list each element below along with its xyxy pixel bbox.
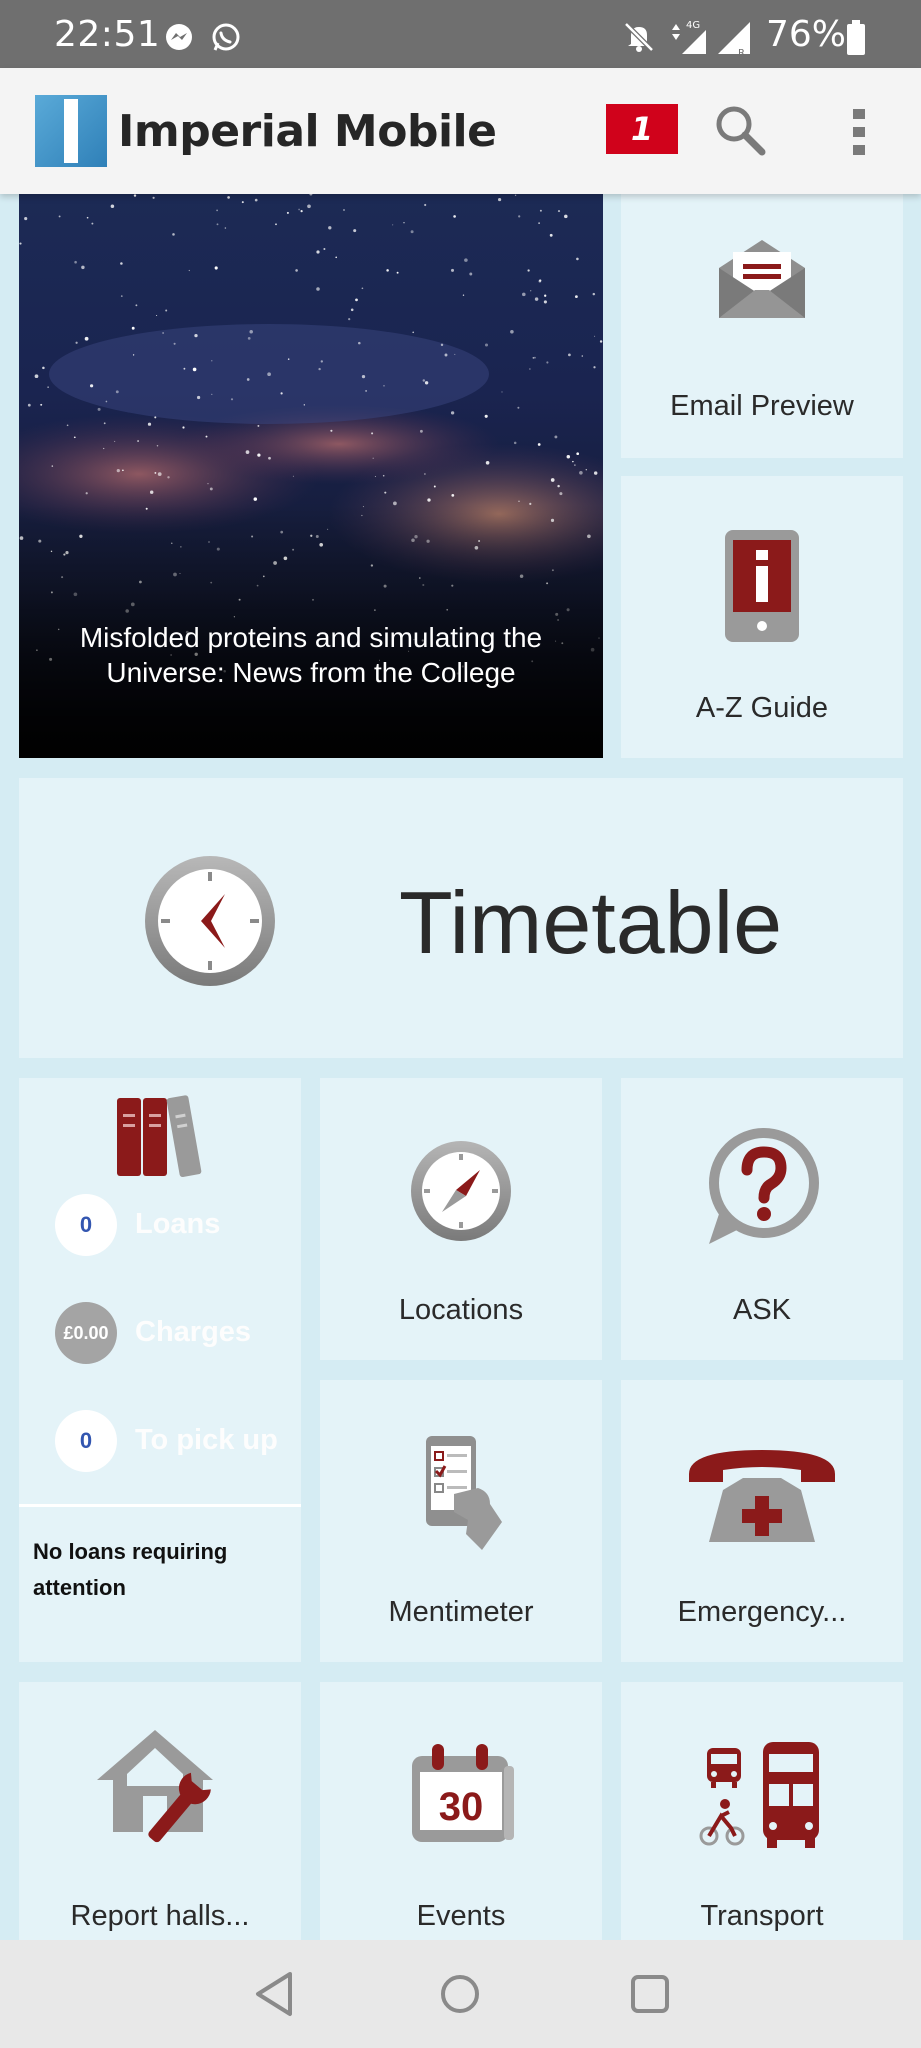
- recents-icon[interactable]: [628, 1972, 672, 2020]
- status-time: 22:51: [54, 14, 161, 55]
- mobile-data-4g-icon: 4G: [668, 18, 708, 60]
- search-icon[interactable]: [714, 104, 768, 162]
- events-tile[interactable]: 30 Events: [320, 1682, 602, 1940]
- whatsapp-icon: [210, 22, 242, 58]
- timetable-label: Timetable: [399, 873, 783, 972]
- mentimeter-label: Mentimeter: [388, 1596, 534, 1628]
- events-date: 30: [439, 1785, 484, 1829]
- calendar-icon: 30: [410, 1742, 518, 1850]
- bell-muted-icon: [622, 20, 656, 58]
- az-guide-tile[interactable]: A-Z Guide: [621, 476, 903, 758]
- notification-badge[interactable]: 1: [606, 104, 678, 154]
- books-icon: [115, 1092, 211, 1182]
- loans-stat[interactable]: 0 Loans: [37, 1194, 307, 1264]
- battery-percentage: 76%: [766, 14, 847, 55]
- library-tile[interactable]: 0 Loans £0.00 Charges 0 To pick up No lo…: [19, 1078, 301, 1662]
- ask-label: ASK: [732, 1294, 792, 1326]
- emergency-label: Emergency...: [677, 1596, 847, 1628]
- envelope-icon: [717, 238, 807, 324]
- compass-icon: [410, 1140, 512, 1246]
- timetable-tile[interactable]: Timetable: [19, 778, 903, 1058]
- loans-notice: No loans requiring attention: [33, 1539, 228, 1600]
- house-wrench-icon: [95, 1726, 225, 1852]
- clock-icon: [143, 854, 277, 992]
- pickup-label: To pick up: [135, 1424, 278, 1456]
- report-halls-label: Report halls...: [70, 1900, 250, 1932]
- signal-icon: R: [716, 20, 754, 62]
- transport-tile[interactable]: Transport: [621, 1682, 903, 1940]
- pickup-count: 0: [55, 1410, 117, 1472]
- news-caption: Misfolded proteins and simulating the Un…: [79, 622, 543, 688]
- mentimeter-tile[interactable]: Mentimeter: [320, 1380, 602, 1662]
- app-title: Imperial Mobile: [118, 106, 497, 157]
- az-guide-label: A-Z Guide: [695, 692, 829, 724]
- info-phone-icon: [723, 528, 801, 648]
- app-logo[interactable]: [35, 95, 107, 171]
- emergency-tile[interactable]: Emergency...: [621, 1380, 903, 1662]
- back-icon[interactable]: [252, 1970, 296, 2022]
- charges-stat[interactable]: £0.00 Charges: [37, 1302, 307, 1372]
- system-navigation-bar: [0, 1940, 921, 2048]
- loans-label: Loans: [135, 1208, 221, 1240]
- news-tile[interactable]: Misfolded proteins and simulating the Un…: [19, 194, 603, 758]
- events-label: Events: [416, 1900, 506, 1932]
- question-bubble-icon: [701, 1128, 823, 1254]
- charges-label: Charges: [135, 1316, 252, 1348]
- report-halls-tile[interactable]: Report halls...: [19, 1682, 301, 1940]
- svg-text:R: R: [738, 48, 745, 58]
- emergency-phone-icon: [685, 1444, 839, 1548]
- home-icon[interactable]: [438, 1972, 482, 2020]
- locations-tile[interactable]: Locations: [320, 1078, 602, 1360]
- email-preview-tile[interactable]: Email Preview: [621, 194, 903, 458]
- transport-label: Transport: [700, 1900, 824, 1932]
- locations-label: Locations: [398, 1294, 524, 1326]
- ask-tile[interactable]: ASK: [621, 1078, 903, 1360]
- charges-amount: £0.00: [55, 1302, 117, 1364]
- phone-checklist-icon: [420, 1434, 504, 1558]
- status-bar: 22:51 4G R 76%: [0, 0, 921, 68]
- library-divider: [19, 1504, 301, 1507]
- svg-text:4G: 4G: [686, 20, 700, 31]
- loans-count: 0: [55, 1194, 117, 1256]
- app-bar: Imperial Mobile 1: [0, 68, 921, 194]
- overflow-menu-icon[interactable]: [850, 108, 870, 160]
- messenger-icon: [164, 22, 194, 56]
- transport-icon: [699, 1740, 829, 1852]
- email-preview-label: Email Preview: [670, 390, 854, 422]
- battery-icon: [846, 20, 866, 60]
- pickup-stat[interactable]: 0 To pick up: [37, 1410, 307, 1480]
